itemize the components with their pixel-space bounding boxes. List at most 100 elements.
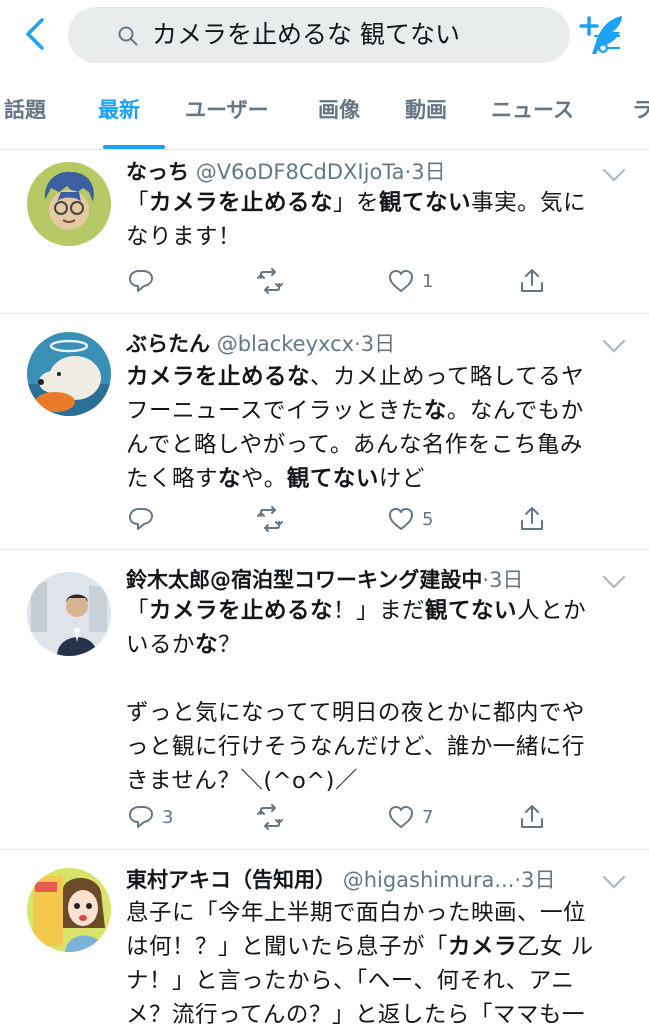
text-run: 。なんでもか bbox=[446, 398, 584, 424]
reply-button[interactable] bbox=[126, 502, 162, 536]
tweet-text-line: 「カメラを止めるな！」まだ観てない人とか bbox=[126, 594, 621, 628]
chevron-down-icon[interactable] bbox=[600, 572, 628, 592]
highlighted-term: 観てない bbox=[286, 466, 379, 492]
author-name[interactable]: なっち bbox=[126, 160, 189, 184]
text-run: きません？＼(^o^)／ bbox=[126, 768, 358, 794]
tweet-text-line: っと観に行けそうなんだけど、誰か一緒に行 bbox=[126, 730, 621, 764]
tweet-text-line: メ？流行ってんの？」と返したら「ママも一 bbox=[126, 998, 621, 1024]
share-button[interactable] bbox=[517, 502, 547, 536]
reply-icon bbox=[129, 806, 153, 828]
like-button[interactable]: 1 bbox=[386, 264, 433, 298]
like-count: 7 bbox=[422, 806, 434, 828]
tweet-actions: 37 bbox=[0, 800, 649, 840]
polar-bear-avatar-icon[interactable] bbox=[27, 332, 111, 416]
text-run: んでと略しやがって。あんな名作をこち亀み bbox=[126, 432, 583, 458]
tweet[interactable]: ぶらたん @blackeyxcx·3日 カメラを止めるな、カメ止めって略してるヤ… bbox=[0, 314, 649, 550]
manga-avatar-icon[interactable] bbox=[27, 868, 111, 952]
highlighted-term: カメラを止めるな bbox=[126, 364, 311, 390]
text-run: ！」まだ bbox=[333, 598, 426, 624]
text-run: 「 bbox=[126, 598, 150, 624]
tab-live[interactable]: ラ bbox=[632, 94, 649, 124]
back-button[interactable] bbox=[20, 14, 50, 54]
author-name[interactable]: ぶらたん bbox=[126, 332, 210, 356]
reply-button[interactable]: 3 bbox=[126, 800, 173, 834]
tweet-text: 息子に「今年上半期で面白かった映画、一位 は何！？」と聞いたら息子が「カメラ乙女 … bbox=[126, 896, 621, 1024]
text-run: 息子に「今年上半期で面白かった映画、一位 bbox=[126, 900, 587, 926]
tweet-text: 「カメラを止めるな！」まだ観てない人とかいるかな？ ずっと気になってて明日の夜とか… bbox=[126, 594, 621, 798]
tweet-time[interactable]: 3日 bbox=[411, 160, 445, 184]
tweet-text-line: たく略すなや。観てないけど bbox=[126, 462, 621, 496]
tweet-text-line: 息子に「今年上半期で面白かった映画、一位 bbox=[126, 896, 621, 930]
like-button[interactable]: 5 bbox=[386, 502, 433, 536]
chevron-down-icon[interactable] bbox=[600, 872, 628, 892]
author-handle[interactable]: @higashimura... bbox=[343, 868, 515, 892]
tab-users[interactable]: ユーザー bbox=[185, 94, 269, 124]
reply-icon bbox=[129, 508, 153, 530]
chevron-down-icon[interactable] bbox=[600, 336, 628, 356]
tweet-text-line: ずっと気になってて明日の夜とかに都内でや bbox=[126, 696, 621, 730]
highlighted-term: な bbox=[195, 632, 219, 658]
highlighted-term: な bbox=[218, 466, 242, 492]
text-run: 事実。気に bbox=[471, 190, 587, 216]
author-handle[interactable]: @blackeyxcx bbox=[217, 332, 354, 356]
highlighted-term: カメラを止めるな bbox=[149, 598, 334, 624]
tab-images[interactable]: 画像 bbox=[318, 94, 360, 124]
text-run: たく略す bbox=[126, 466, 219, 492]
tweet-text-line: きません？＼(^o^)／ bbox=[126, 764, 621, 798]
text-run: ずっと気になってて明日の夜とかに都内でや bbox=[126, 700, 585, 726]
like-button[interactable]: 7 bbox=[386, 800, 433, 834]
text-run: フーニュースでイラッときた bbox=[126, 398, 424, 424]
tweet-text-line: ナ！」と言ったから、「へー、何それ、アニ bbox=[126, 964, 621, 998]
highlighted-term: 観てない bbox=[379, 190, 472, 216]
tweet-time[interactable]: 3日 bbox=[361, 332, 395, 356]
tweet-header: 東村アキコ（告知用） @higashimura...·3日 bbox=[126, 866, 555, 894]
compose-tweet-icon[interactable] bbox=[578, 12, 626, 58]
retweet-button[interactable] bbox=[255, 502, 291, 536]
tweet-time[interactable]: 3日 bbox=[521, 868, 555, 892]
text-run: ？ bbox=[218, 632, 242, 658]
highlighted-term: カメラを止めるな bbox=[149, 190, 334, 216]
tweet-text: 「カメラを止めるな」を観てない事実。気になります！ bbox=[126, 186, 621, 254]
author-handle[interactable]: @V6oDF8CdDXIjoTa bbox=[196, 160, 405, 184]
tweet[interactable]: 鈴木太郎@宿泊型コワーキング建設中·3日 「カメラを止めるな！」まだ観てない人と… bbox=[0, 550, 649, 850]
reply-button[interactable] bbox=[126, 264, 162, 298]
retweet-button[interactable] bbox=[255, 800, 291, 834]
chevron-left-icon bbox=[26, 18, 44, 50]
text-run: けど bbox=[378, 466, 425, 492]
retweet-icon bbox=[257, 268, 283, 294]
tab-trends[interactable]: 話題 bbox=[4, 94, 46, 124]
chevron-down-icon[interactable] bbox=[600, 165, 628, 185]
highlighted-term: 観てない bbox=[425, 598, 518, 624]
tweet[interactable]: なっち @V6oDF8CdDXIjoTa·3日 「カメラを止めるな」を観てない事… bbox=[0, 150, 649, 314]
author-name[interactable]: 東村アキコ（告知用） bbox=[126, 868, 336, 892]
text-run: 、カメ止めって略してるヤ bbox=[310, 364, 585, 390]
retweet-icon bbox=[257, 506, 283, 532]
text-run: メ？流行ってんの？」と返したら「ママも一 bbox=[126, 1002, 585, 1024]
text-run: いるか bbox=[126, 632, 196, 658]
share-button[interactable] bbox=[517, 800, 547, 834]
text-run: なります！ bbox=[126, 224, 242, 250]
tab-news[interactable]: ニュース bbox=[491, 94, 574, 124]
share-button[interactable] bbox=[517, 264, 547, 298]
tab-latest[interactable]: 最新 bbox=[98, 94, 140, 124]
like-icon bbox=[389, 270, 413, 292]
tweet-actions: 1 bbox=[0, 264, 649, 304]
active-tab-indicator bbox=[103, 145, 165, 149]
share-icon bbox=[521, 507, 543, 530]
tweet-text-line: 「カメラを止めるな」を観てない事実。気に bbox=[126, 186, 621, 220]
author-name[interactable]: 鈴木太郎@宿泊型コワーキング建設中 bbox=[126, 568, 482, 592]
text-run: ナ！」と言ったから、「へー、何それ、アニ bbox=[126, 968, 575, 994]
tweet[interactable]: 東村アキコ（告知用） @higashimura...·3日 息子に「今年上半期で… bbox=[0, 850, 649, 1024]
share-icon bbox=[521, 269, 543, 292]
separator-dot: · bbox=[354, 332, 361, 356]
cartoon-avatar-icon[interactable] bbox=[27, 162, 111, 246]
tweet-time[interactable]: 3日 bbox=[489, 568, 523, 592]
retweet-button[interactable] bbox=[255, 264, 291, 298]
tweet-text: カメラを止めるな、カメ止めって略してるヤフーニュースでイラッときたな 。なんでもか… bbox=[126, 360, 621, 496]
person-photo-avatar-icon[interactable] bbox=[27, 572, 111, 656]
tweet-text-line bbox=[126, 662, 621, 696]
search-input[interactable]: カメラを止めるな 観てない bbox=[68, 7, 621, 63]
text-run: 「 bbox=[126, 190, 150, 216]
search-query: カメラを止めるな 観てない bbox=[152, 20, 460, 49]
tab-videos[interactable]: 動画 bbox=[405, 94, 447, 124]
